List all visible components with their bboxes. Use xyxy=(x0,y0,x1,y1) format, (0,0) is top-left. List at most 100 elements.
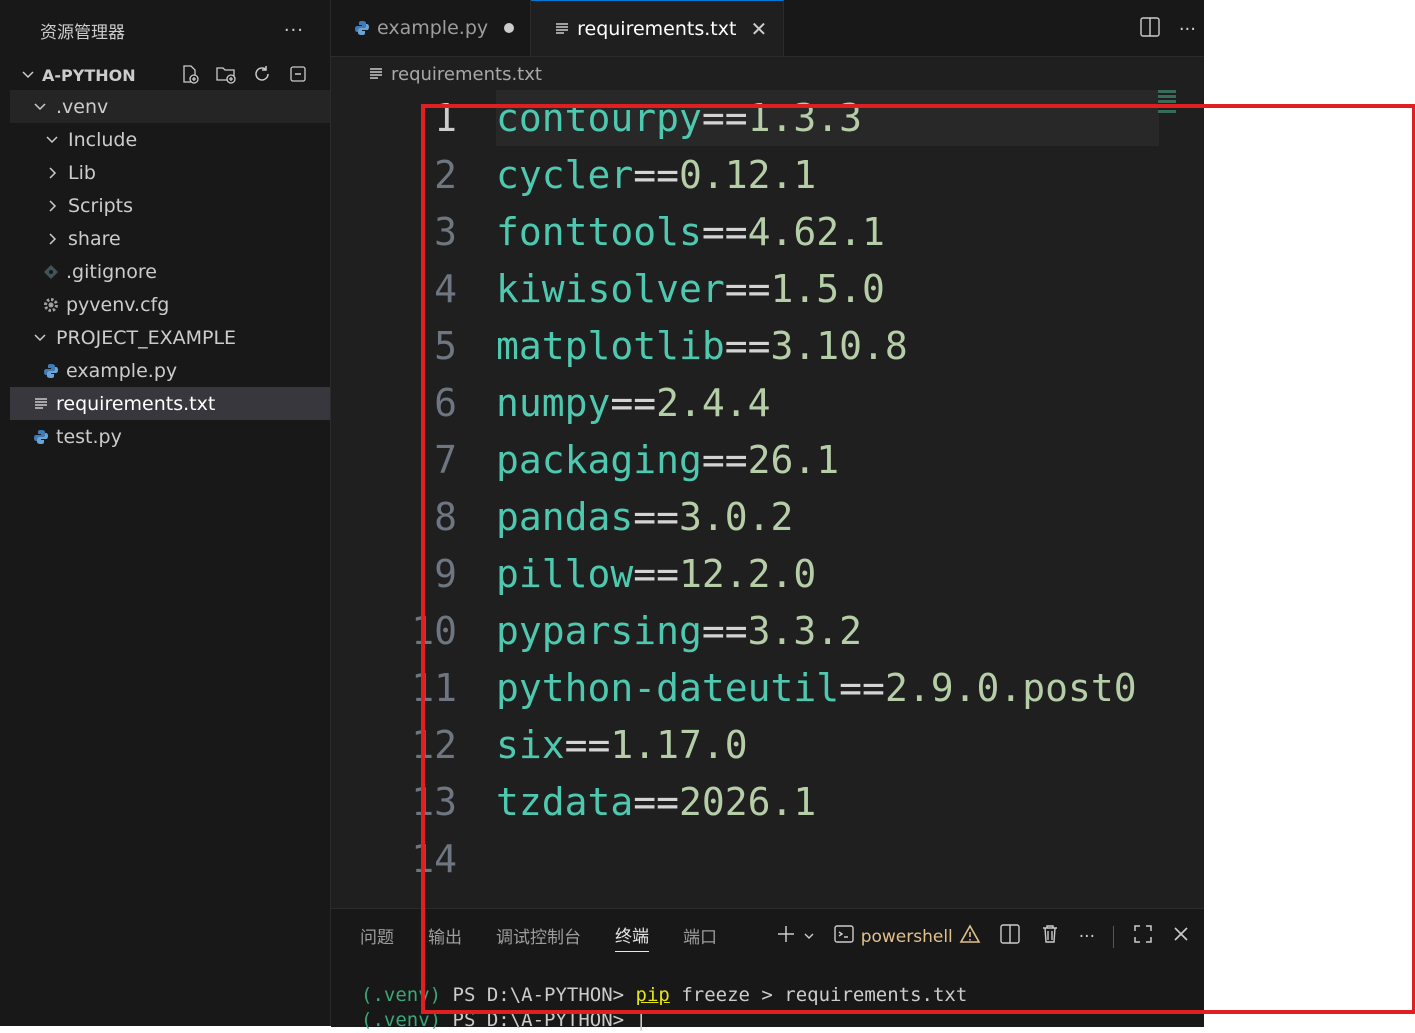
operator: == xyxy=(633,153,680,197)
line-number: 4 xyxy=(434,267,457,311)
code-line: 8 pandas==3.0.2 xyxy=(331,489,1204,546)
venv-indicator: (.venv) xyxy=(361,1009,442,1031)
more-actions-icon[interactable]: ··· xyxy=(284,20,304,41)
collapse-all-icon[interactable] xyxy=(286,62,310,86)
split-terminal-icon[interactable] xyxy=(999,923,1021,950)
code-line: 6 numpy==2.4.4 xyxy=(331,375,1204,432)
tree-item-label: .gitignore xyxy=(66,260,157,283)
refresh-icon[interactable] xyxy=(250,62,274,86)
git-icon xyxy=(40,264,62,280)
operator: == xyxy=(701,96,748,140)
code-line: 10 pyparsing==3.3.2 xyxy=(331,603,1204,660)
tab-terminal[interactable]: 终端 xyxy=(615,922,649,952)
python-icon xyxy=(30,429,52,445)
text-file-icon xyxy=(30,396,52,412)
tree-item-scripts[interactable]: Scripts xyxy=(10,189,330,222)
tree-item-label: share xyxy=(68,227,121,250)
code-line: 3 fonttools==4.62.1 xyxy=(331,204,1204,261)
command: pip xyxy=(635,984,670,1006)
line-number: 13 xyxy=(411,780,457,824)
tab-label: requirements.txt xyxy=(577,17,737,40)
chevron-down-icon xyxy=(18,68,38,82)
version: 0.12.1 xyxy=(679,153,817,197)
text-file-icon xyxy=(551,21,573,37)
tree-item-label: Include xyxy=(68,128,138,151)
tree-item-example-py[interactable]: example.py xyxy=(10,354,330,387)
line-number: 3 xyxy=(434,210,457,254)
close-icon[interactable]: ✕ xyxy=(750,17,767,41)
tree-item-label: requirements.txt xyxy=(56,392,216,415)
minimap[interactable] xyxy=(1158,90,1176,114)
chevron-right-icon xyxy=(42,199,62,213)
tree-item-label: Scripts xyxy=(68,194,134,217)
folder-root-a-python[interactable]: A-PYTHON xyxy=(10,60,330,90)
tab-requirements-txt[interactable]: requirements.txt ✕ xyxy=(531,0,785,56)
panel-tabs: 问题 输出 调试控制台 终端 端口 powershell ··· xyxy=(331,909,1204,965)
operator: == xyxy=(633,780,680,824)
package-name: python-dateutil xyxy=(496,666,840,710)
operator: == xyxy=(701,210,748,254)
operator: == xyxy=(633,495,680,539)
line-number: 5 xyxy=(434,324,457,368)
package-name: numpy xyxy=(496,381,611,425)
code-line: 1 contourpy==1.3.3 xyxy=(331,90,1204,147)
tab-example-py[interactable]: example.py xyxy=(331,0,532,56)
tree-item-venv[interactable]: .venv xyxy=(10,90,330,123)
tree-item-project-example[interactable]: PROJECT_EXAMPLE xyxy=(10,321,330,354)
tree-item-pyvenv-cfg[interactable]: pyvenv.cfg xyxy=(10,288,330,321)
more-actions-icon[interactable]: ··· xyxy=(1179,19,1196,40)
version: 4.62.1 xyxy=(747,210,885,254)
package-name: pyparsing xyxy=(496,609,702,653)
chevron-down-icon[interactable] xyxy=(803,927,815,947)
tab-output[interactable]: 输出 xyxy=(428,923,462,952)
tree-item-requirements-txt[interactable]: requirements.txt xyxy=(10,387,330,420)
editor-area: example.py requirements.txt ✕ ··· requir… xyxy=(331,0,1204,1031)
split-editor-icon[interactable] xyxy=(1139,16,1161,42)
terminal-cursor: | xyxy=(635,1009,647,1031)
chevron-down-icon xyxy=(30,331,50,345)
tree-item-lib[interactable]: Lib xyxy=(10,156,330,189)
tab-problems[interactable]: 问题 xyxy=(360,923,394,952)
breadcrumb[interactable]: requirements.txt xyxy=(331,57,1204,91)
code-line: 11 python-dateutil==2.9.0.post0 xyxy=(331,660,1204,717)
version: 26.1 xyxy=(747,438,840,482)
code-line: 14 xyxy=(331,831,1204,888)
version: 3.3.2 xyxy=(747,609,863,653)
package-name: pillow xyxy=(496,552,634,596)
tree-item-label: PROJECT_EXAMPLE xyxy=(56,326,237,349)
chevron-right-icon xyxy=(42,232,62,246)
package-name: matplotlib xyxy=(496,324,725,368)
line-number: 9 xyxy=(434,552,457,596)
version: 2026.1 xyxy=(679,780,817,824)
code-view[interactable]: 1 contourpy==1.3.3 2 cycler==0.12.1 3 fontt… xyxy=(331,90,1204,900)
chevron-down-icon xyxy=(42,133,62,147)
new-folder-icon[interactable] xyxy=(214,62,238,86)
explorer-sidebar: 资源管理器 ··· A-PYTHON .venv Include Lib Scr… xyxy=(10,0,331,1026)
more-actions-icon[interactable]: ··· xyxy=(1079,927,1095,947)
new-file-icon[interactable] xyxy=(178,62,202,86)
root-label: A-PYTHON xyxy=(42,65,136,85)
code-line: 2 cycler==0.12.1 xyxy=(331,147,1204,204)
tree-item-gitignore[interactable]: .gitignore xyxy=(10,255,330,288)
terminal-shell-selector[interactable]: powershell xyxy=(833,923,981,950)
terminal-line: (.venv) PS D:\A-PYTHON> | xyxy=(361,1009,647,1031)
new-terminal-icon[interactable] xyxy=(775,923,797,950)
trash-icon[interactable] xyxy=(1039,923,1061,950)
operator: == xyxy=(839,666,885,710)
tab-ports[interactable]: 端口 xyxy=(683,923,717,952)
tree-item-share[interactable]: share xyxy=(10,222,330,255)
tree-item-label: .venv xyxy=(56,95,109,118)
unsaved-dot-icon[interactable] xyxy=(504,23,515,33)
tree-item-test-py[interactable]: test.py xyxy=(10,420,330,453)
tab-debug-console[interactable]: 调试控制台 xyxy=(496,923,581,952)
package-name: fonttools xyxy=(496,210,702,254)
venv-indicator: (.venv) xyxy=(361,984,442,1006)
close-panel-icon[interactable] xyxy=(1172,925,1190,948)
version: 2.9.0.post0 xyxy=(884,666,1137,710)
code-line: 5 matplotlib==3.10.8 xyxy=(331,318,1204,375)
operator: == xyxy=(701,438,748,482)
maximize-panel-icon[interactable] xyxy=(1132,923,1154,950)
version: 1.17.0 xyxy=(610,723,748,767)
tree-item-include[interactable]: Include xyxy=(10,123,330,156)
code-line: 12 six==1.17.0 xyxy=(331,717,1204,774)
